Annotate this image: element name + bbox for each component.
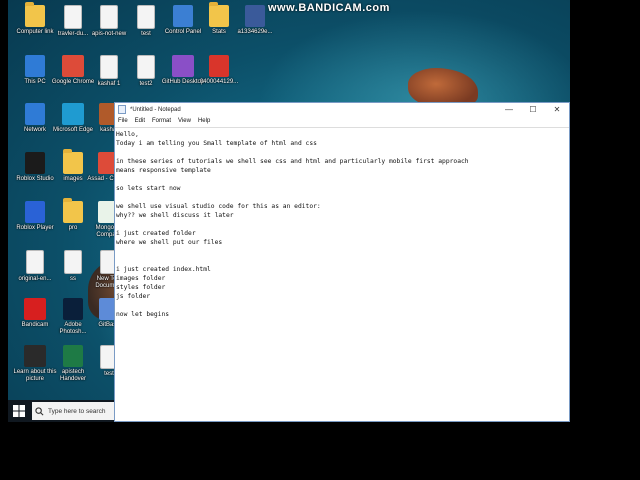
notepad-window: *Untitled - Notepad — ☐ ✕ File Edit Form… (114, 102, 570, 422)
desktop-icon-label: 0400044129... (199, 79, 239, 85)
edge-icon (62, 103, 84, 125)
menu-help[interactable]: Help (198, 116, 210, 127)
desktop-icon[interactable]: 0400044129... (196, 55, 242, 86)
this-pc-icon (25, 55, 45, 77)
roblox-studio-icon (25, 152, 45, 174)
document-icon (64, 5, 82, 29)
document-icon (137, 5, 155, 29)
menu-format[interactable]: Format (152, 116, 171, 127)
photoshop-icon (63, 298, 83, 320)
notepad-text-area[interactable]: Hello, Today i am telling you Small temp… (115, 127, 569, 421)
excel-icon (63, 345, 83, 367)
notepad-icon (118, 105, 126, 114)
menu-edit[interactable]: Edit (135, 116, 145, 127)
script-file-icon (137, 55, 155, 79)
notepad-title-bar[interactable]: *Untitled - Notepad — ☐ ✕ (115, 103, 569, 116)
github-desktop-icon (172, 55, 194, 77)
minimize-button[interactable]: — (497, 105, 521, 114)
search-placeholder: Type here to search (48, 407, 106, 415)
windows-start-icon[interactable] (12, 404, 26, 418)
taskbar-search-box[interactable]: Type here to search (32, 402, 114, 420)
bandicam-icon (24, 298, 46, 320)
image-file-icon (100, 55, 118, 79)
image-file-icon (245, 5, 265, 27)
menu-file[interactable]: File (118, 116, 128, 127)
desktop-icon[interactable]: a1334629e... (232, 5, 278, 36)
folder-icon (25, 2, 45, 27)
menu-bar: File Edit Format View Help (115, 116, 569, 127)
network-icon (25, 103, 45, 125)
document-icon (64, 250, 82, 274)
maximize-button[interactable]: ☐ (521, 105, 545, 114)
chrome-icon (62, 55, 84, 77)
folder-icon (209, 2, 229, 27)
taskbar: Type here to search (8, 400, 114, 422)
menu-view[interactable]: View (178, 116, 191, 127)
document-icon (100, 5, 118, 29)
camera-icon (24, 345, 46, 367)
close-button[interactable]: ✕ (545, 105, 569, 114)
window-title: *Untitled - Notepad (130, 106, 181, 113)
control-panel-icon (173, 5, 193, 27)
search-icon (35, 406, 44, 415)
folder-icon (63, 149, 83, 174)
roblox-player-icon (25, 201, 45, 223)
pdf-icon (209, 55, 229, 77)
document-icon (26, 250, 44, 274)
folder-icon (63, 198, 83, 223)
bandicam-watermark: www.BANDICAM.com (268, 2, 390, 14)
desktop-icon-label: a1334629e... (237, 29, 273, 35)
